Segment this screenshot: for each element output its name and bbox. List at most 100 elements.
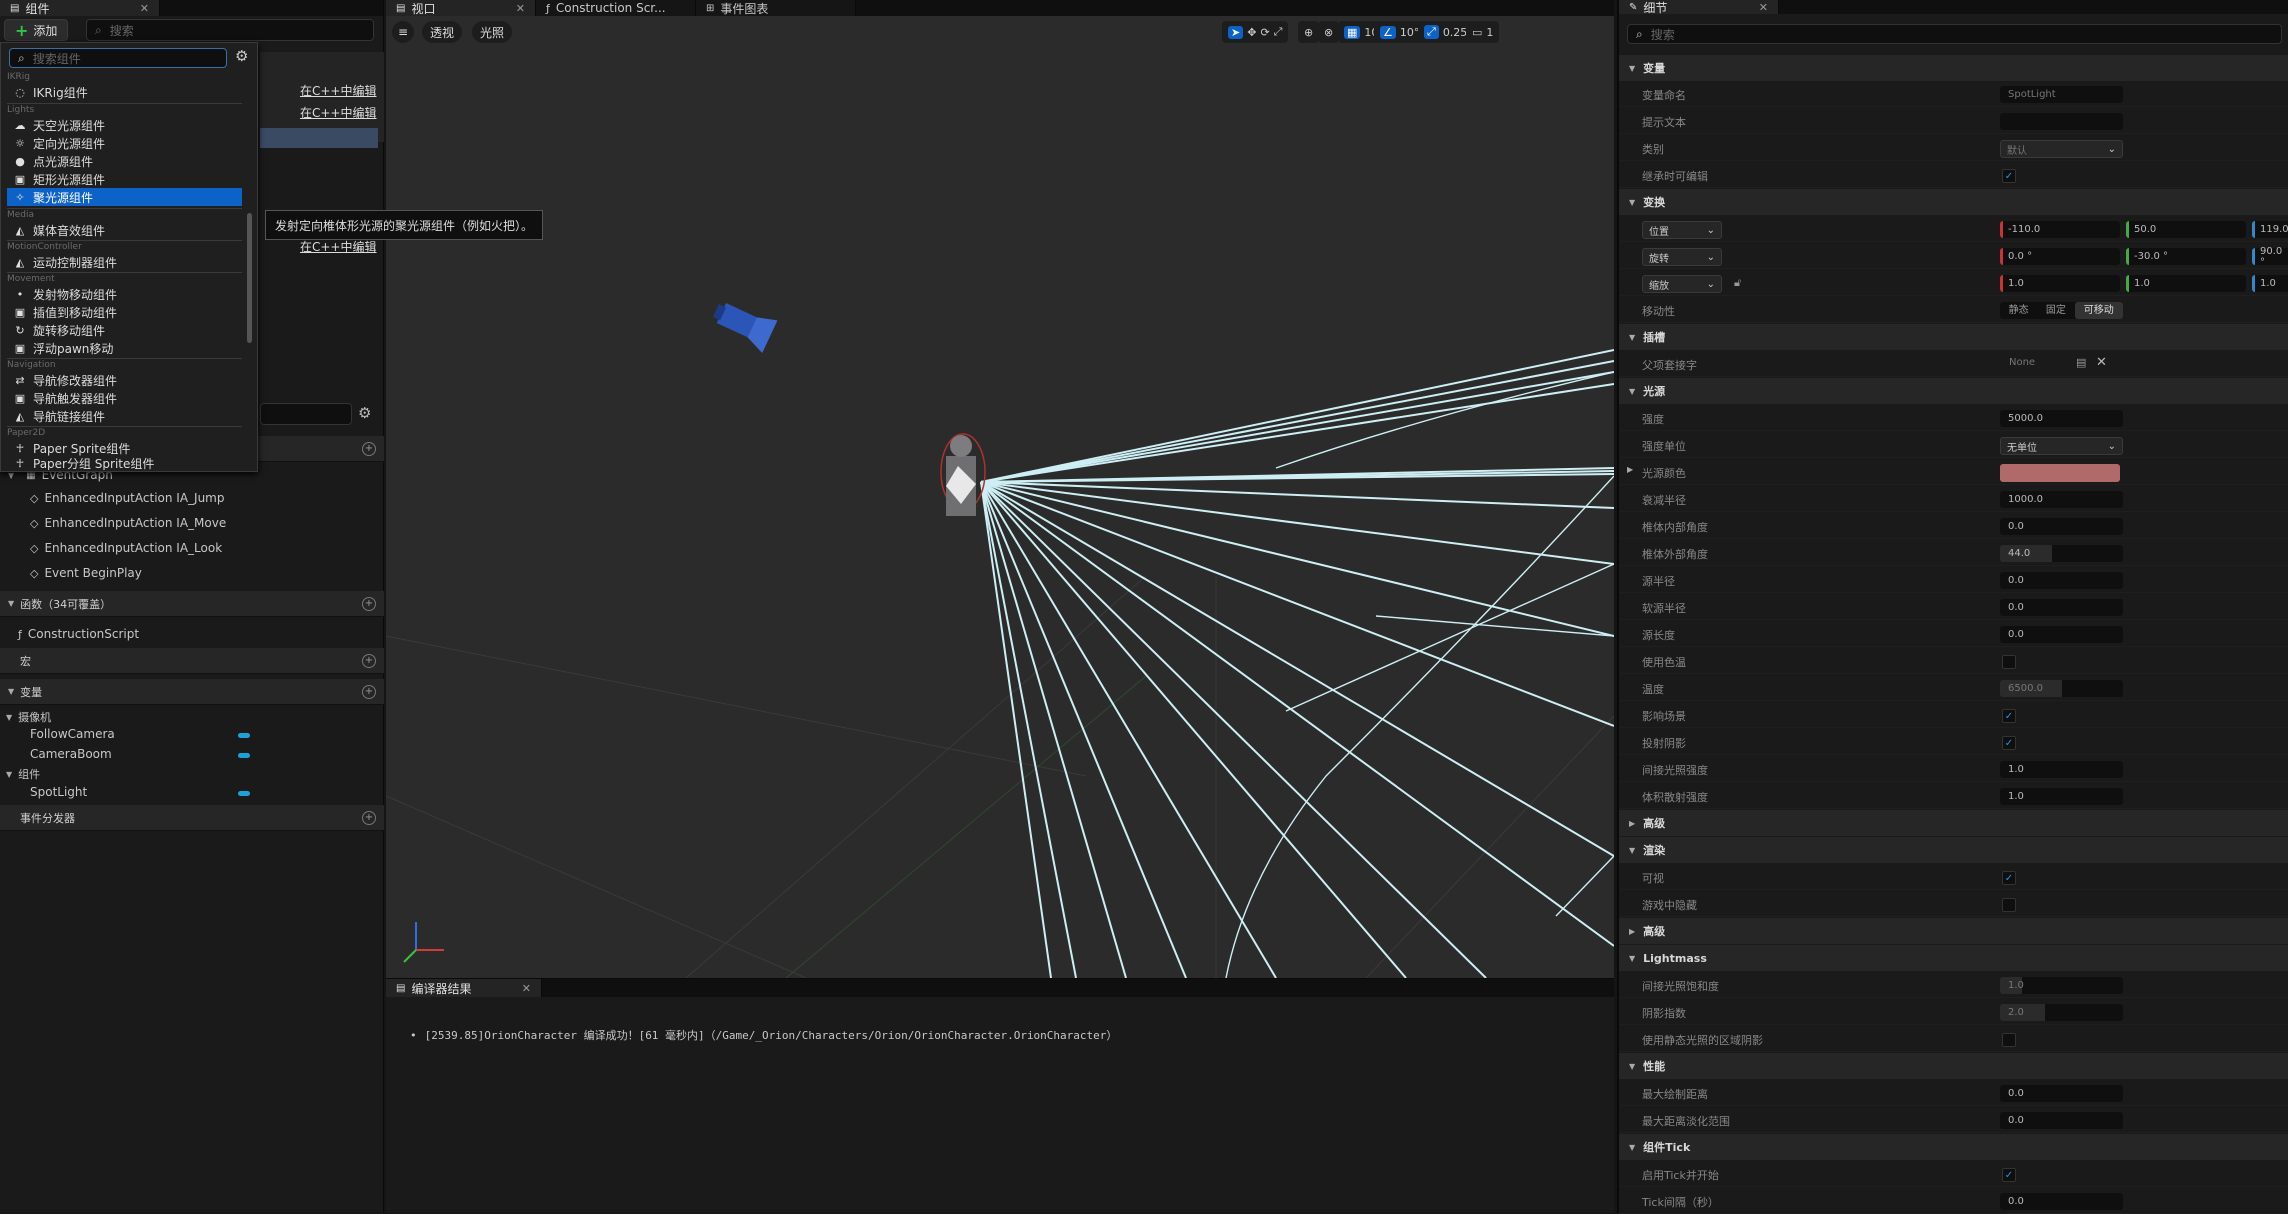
coord-system-button[interactable]: ⊕ (1298, 21, 1320, 43)
menu-item-floating[interactable]: ▣ 浮动pawn移动 (7, 339, 242, 357)
menu-item-nav-link[interactable]: ◭ 导航链接组件 (7, 407, 242, 425)
temperature-field[interactable]: 6500.0 (2000, 680, 2123, 697)
browse-icon[interactable]: ▤ (2076, 356, 2086, 369)
max-fade-field[interactable]: 0.0 (2000, 1112, 2123, 1129)
scale-z-field[interactable]: 1.0 (2252, 275, 2288, 292)
category-variable[interactable]: ▼ 变量 (1619, 55, 2288, 81)
max-draw-distance-field[interactable]: 0.0 (2000, 1085, 2123, 1102)
scale-y-field[interactable]: 1.0 (2126, 275, 2246, 292)
tab-compiler-results[interactable]: ▤ 编译器结果 ✕ (386, 979, 542, 997)
variable-item[interactable]: SpotLight (30, 785, 87, 799)
tab-construction-script[interactable]: ƒ Construction Scr... (536, 0, 696, 16)
gear-icon[interactable]: ⚙ (235, 47, 248, 65)
attenuation-field[interactable]: 1000.0 (2000, 491, 2123, 508)
outer-cone-field[interactable]: 44.0 (2000, 545, 2123, 562)
functions-section-header[interactable]: ▼ 函数（34可覆盖） + (0, 591, 384, 617)
edit-in-cpp-link[interactable]: 在C++中编辑 (300, 104, 377, 121)
start-with-tick-checkbox[interactable]: ✓ (2002, 1168, 2016, 1182)
rotation-y-field[interactable]: -30.0 ° (2126, 248, 2246, 265)
lit-button[interactable]: 光照 (472, 21, 513, 43)
lock-icon[interactable]: 🔓︎ (1734, 276, 1741, 290)
camera-group[interactable]: ▼ 摄像机 (6, 709, 51, 725)
tab-event-graph[interactable]: ⊞ 事件图表 (696, 0, 856, 16)
tooltip-field[interactable] (2000, 113, 2123, 130)
rotation-z-field[interactable]: 90.0 ° (2252, 246, 2288, 268)
event-item[interactable]: ◇ EnhancedInputAction IA_Move (30, 516, 226, 530)
location-z-field[interactable]: 119.0 (2252, 221, 2288, 238)
add-macro-icon[interactable]: + (362, 653, 376, 668)
select-icon[interactable]: ➤ (1228, 25, 1244, 39)
expand-triangle-icon[interactable]: ▼ (8, 687, 14, 696)
surface-snap-button[interactable]: ⊗ (1318, 21, 1340, 43)
category-transform[interactable]: ▼ 变换 (1619, 189, 2288, 215)
event-item[interactable]: ◇ EnhancedInputAction IA_Jump (30, 491, 225, 505)
light-color-swatch[interactable] (2000, 464, 2120, 482)
components-search-input[interactable]: ⌕ 搜索 (86, 19, 374, 41)
source-length-field[interactable]: 0.0 (2000, 626, 2123, 643)
construction-script-item[interactable]: ƒ ConstructionScript (18, 627, 139, 641)
category-advanced[interactable]: ▶ 高级 (1619, 810, 2288, 836)
intensity-units-combo[interactable]: 无单位 ⌄ (2000, 437, 2123, 455)
variables-section-header[interactable]: ▼ 变量 + (0, 679, 384, 705)
rotation-mode-combo[interactable]: 旋转 ⌄ (1642, 248, 1722, 266)
myblueprint-search-input[interactable] (260, 403, 352, 425)
clear-icon[interactable]: ✕ (2096, 355, 2107, 370)
dropdown-search-input[interactable]: ⌕ 搜索组件 (9, 48, 227, 68)
menu-item-rotating[interactable]: ↻ 旋转移动组件 (7, 321, 242, 339)
soft-radius-field[interactable]: 0.0 (2000, 599, 2123, 616)
menu-item-media-sound[interactable]: ◭ 媒体音效组件 (7, 221, 242, 239)
event-item[interactable]: ◇ Event BeginPlay (30, 566, 142, 580)
menu-item-interp[interactable]: ▣ 插值到移动组件 (7, 303, 242, 321)
menu-item-spot-light[interactable]: ✧ 聚光源组件 (7, 188, 242, 206)
variable-item[interactable]: FollowCamera (30, 727, 115, 741)
menu-item-nav-invoker[interactable]: ▣ 导航触发器组件 (7, 389, 242, 407)
variable-name-field[interactable]: SpotLight (2000, 86, 2123, 103)
add-graph-icon[interactable]: + (362, 441, 376, 456)
menu-item-paper-grouped[interactable]: ☥ Paper分组 Sprite组件 (7, 456, 242, 471)
use-temperature-checkbox[interactable] (2002, 655, 2016, 669)
category-lightmass[interactable]: ▼ Lightmass (1619, 945, 2288, 971)
close-icon[interactable]: ✕ (516, 2, 525, 15)
expand-triangle-icon[interactable]: ▼ (8, 599, 14, 608)
gear-icon[interactable]: ⚙ (358, 404, 371, 422)
area-shadows-checkbox[interactable] (2002, 1033, 2016, 1047)
affects-world-checkbox[interactable]: ✓ (2002, 709, 2016, 723)
add-dispatcher-icon[interactable]: + (362, 810, 376, 825)
edit-in-cpp-link[interactable]: 在C++中编辑 (300, 82, 377, 99)
mobility-movable-option[interactable]: 可移动 (2074, 302, 2123, 319)
close-icon[interactable]: ✕ (1759, 1, 1768, 14)
editable-checkbox[interactable]: ✓ (2002, 169, 2016, 183)
close-icon[interactable]: ✕ (140, 2, 149, 15)
mobility-stationary-option[interactable]: 固定 (2037, 302, 2074, 319)
perspective-button[interactable]: 透视 (422, 21, 463, 43)
viewport-menu-button[interactable]: ≡ (392, 21, 414, 43)
add-variable-icon[interactable]: + (362, 684, 376, 699)
components-group[interactable]: ▼ 组件 (6, 766, 40, 782)
source-radius-field[interactable]: 0.0 (2000, 572, 2123, 589)
camera-speed-button[interactable]: ▭ 1 (1466, 21, 1500, 43)
menu-item-sky-light[interactable]: ☁ 天空光源组件 (7, 116, 242, 134)
inner-cone-field[interactable]: 0.0 (2000, 518, 2123, 535)
category-performance[interactable]: ▼ 性能 (1619, 1053, 2288, 1079)
menu-item-ikrig[interactable]: ◌ IKRig组件 (7, 83, 242, 101)
menu-item-directional-light[interactable]: ☼ 定向光源组件 (7, 134, 242, 152)
indirect-intensity-field[interactable]: 1.0 (2000, 761, 2123, 778)
tick-interval-field[interactable]: 0.0 (2000, 1193, 2123, 1210)
tab-components[interactable]: ▤ 组件 ✕ (0, 0, 160, 16)
components-tree-selected-row[interactable] (260, 128, 378, 148)
category-rendering[interactable]: ▼ 渲染 (1619, 837, 2288, 863)
scale-mode-combo[interactable]: 缩放 ⌄ (1642, 275, 1722, 293)
expand-triangle-icon[interactable]: ▼ (6, 713, 12, 722)
tab-viewport[interactable]: ▤ 视口 ✕ (386, 0, 536, 16)
menu-item-motion-controller[interactable]: ◭ 运动控制器组件 (7, 253, 242, 271)
add-component-button[interactable]: + 添加 (4, 19, 69, 41)
visible-checkbox[interactable]: ✓ (2002, 871, 2016, 885)
tab-details[interactable]: ✎ 细节 ✕ (1619, 0, 1779, 15)
location-y-field[interactable]: 50.0 (2126, 221, 2246, 238)
intensity-field[interactable]: 5000.0 (2000, 410, 2123, 427)
volumetric-field[interactable]: 1.0 (2000, 788, 2123, 805)
cast-shadows-checkbox[interactable]: ✓ (2002, 736, 2016, 750)
menu-item-paper-sprite[interactable]: ☥ Paper Sprite组件 (7, 439, 242, 457)
add-function-icon[interactable]: + (362, 596, 376, 611)
variable-item[interactable]: CameraBoom (30, 747, 112, 761)
